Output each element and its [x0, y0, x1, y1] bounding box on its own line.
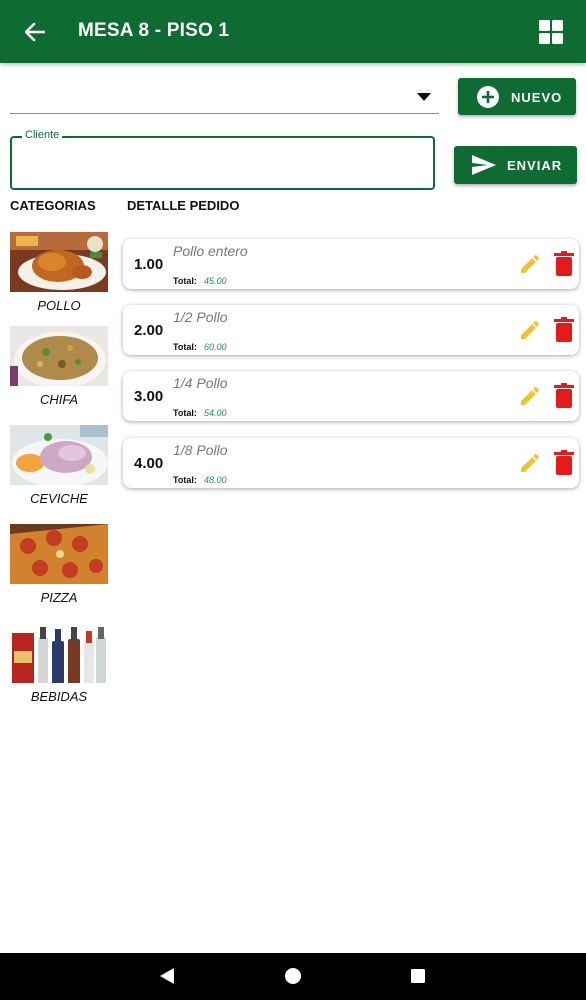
category-bebidas[interactable]: BEBIDAS	[10, 623, 108, 704]
category-label: BEBIDAS	[30, 689, 88, 704]
delete-trash-icon[interactable]	[554, 317, 574, 342]
item-total: 45.00	[204, 276, 227, 286]
nuevo-label: NUEVO	[511, 90, 563, 105]
item-quantity: 4.00	[134, 455, 164, 472]
fried-rice-image	[10, 326, 108, 386]
total-label: Total:	[173, 342, 197, 352]
category-chifa[interactable]: CHIFA	[10, 326, 108, 407]
category-label: CHIFA	[39, 392, 79, 407]
table-select-dropdown[interactable]	[10, 80, 439, 114]
delete-trash-icon[interactable]	[554, 251, 574, 276]
item-quantity: 3.00	[134, 388, 164, 405]
app-bar: MESA 8 - PISO 1	[0, 0, 586, 63]
nav-recents-icon[interactable]	[411, 969, 425, 983]
item-total: 60.00	[204, 342, 227, 352]
system-nav-bar	[0, 953, 586, 1000]
page-title: MESA 8 - PISO 1	[78, 20, 230, 41]
item-total: 54.00	[204, 408, 227, 418]
category-pizza[interactable]: PIZZA	[10, 524, 108, 605]
roast-chicken-image	[10, 232, 108, 292]
cliente-label: Cliente	[22, 129, 63, 141]
detalle-pedido-heading: DETALLE PEDIDO	[127, 198, 240, 213]
item-name: 1/8 Pollo	[173, 442, 228, 458]
send-icon	[470, 153, 498, 177]
nuevo-button[interactable]: NUEVO	[458, 78, 576, 115]
item-name: Pollo entero	[173, 243, 248, 259]
enviar-button[interactable]: ENVIAR	[454, 146, 577, 184]
category-ceviche[interactable]: CEVICHE	[10, 425, 108, 506]
nav-back-icon[interactable]	[160, 968, 174, 984]
cliente-input[interactable]	[22, 154, 422, 171]
total-label: Total:	[173, 475, 197, 485]
category-label: CEVICHE	[30, 491, 88, 506]
order-item-card[interactable]: 4.00 1/8 Pollo Total: 48.00	[123, 438, 579, 488]
bottles-image	[10, 623, 108, 683]
ceviche-image	[10, 425, 108, 485]
total-label: Total:	[173, 408, 197, 418]
delete-trash-icon[interactable]	[554, 450, 574, 475]
category-label: PIZZA	[40, 590, 78, 605]
category-pollo[interactable]: POLLO	[10, 232, 108, 313]
add-circle-icon	[476, 85, 500, 109]
category-label: POLLO	[37, 298, 81, 313]
enviar-label: ENVIAR	[507, 158, 563, 173]
grid-view-icon[interactable]	[536, 17, 566, 47]
cliente-field[interactable]: Cliente	[10, 129, 435, 190]
item-name: 1/2 Pollo	[173, 309, 228, 325]
back-arrow-icon[interactable]	[20, 18, 50, 46]
item-name: 1/4 Pollo	[173, 375, 228, 391]
item-quantity: 1.00	[134, 256, 164, 273]
categorias-heading: CATEGORIAS	[10, 198, 96, 213]
delete-trash-icon[interactable]	[554, 383, 574, 408]
item-total: 48.00	[204, 475, 227, 485]
edit-pencil-icon[interactable]	[518, 384, 542, 408]
order-item-card[interactable]: 1.00 Pollo entero Total: 45.00	[123, 239, 579, 289]
edit-pencil-icon[interactable]	[518, 318, 542, 342]
dropdown-caret-icon	[417, 93, 431, 101]
total-label: Total:	[173, 276, 197, 286]
pizza-image	[10, 524, 108, 584]
order-item-card[interactable]: 2.00 1/2 Pollo Total: 60.00	[123, 305, 579, 355]
nav-home-icon[interactable]	[285, 968, 301, 984]
order-item-card[interactable]: 3.00 1/4 Pollo Total: 54.00	[123, 371, 579, 421]
edit-pencil-icon[interactable]	[518, 451, 542, 475]
item-quantity: 2.00	[134, 322, 164, 339]
edit-pencil-icon[interactable]	[518, 252, 542, 276]
